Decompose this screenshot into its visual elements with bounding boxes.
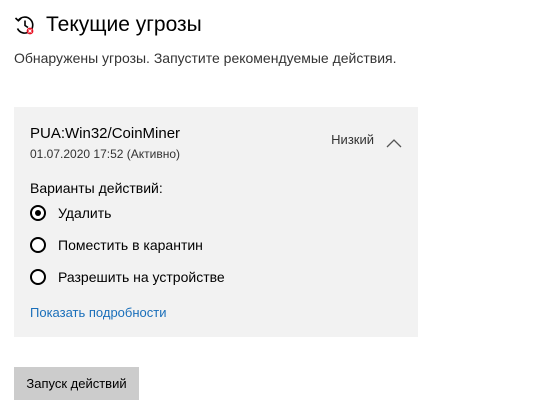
radio-option-remove[interactable]: Удалить <box>30 204 111 222</box>
radio-button[interactable] <box>30 237 46 253</box>
start-actions-button[interactable]: Запуск действий <box>14 367 139 400</box>
threat-name: PUA:Win32/CoinMiner <box>30 125 181 142</box>
threat-history-icon <box>14 14 36 36</box>
threat-card: PUA:Win32/CoinMiner 01.07.2020 17:52 (Ак… <box>14 107 418 337</box>
radio-label[interactable]: Удалить <box>58 204 111 222</box>
radio-option-quarantine[interactable]: Поместить в карантин <box>30 236 203 254</box>
threat-expand-toggle[interactable]: Низкий <box>331 132 402 148</box>
radio-button[interactable] <box>30 205 46 221</box>
radio-option-allow[interactable]: Разрешить на устройстве <box>30 268 225 286</box>
chevron-up-icon[interactable] <box>386 135 402 148</box>
page-subtitle: Обнаружены угрозы. Запустите рекомендуем… <box>14 50 397 66</box>
show-details-link[interactable]: Показать подробности <box>30 305 166 321</box>
radio-button[interactable] <box>30 269 46 285</box>
page-header: Текущие угрозы <box>14 12 202 38</box>
severity-label: Низкий <box>331 132 374 147</box>
threat-date-status: 01.07.2020 17:52 (Активно) <box>30 147 181 161</box>
radio-label[interactable]: Разрешить на устройстве <box>58 268 225 286</box>
actions-label: Варианты действий: <box>30 180 163 196</box>
radio-label[interactable]: Поместить в карантин <box>58 236 203 254</box>
page-title: Текущие угрозы <box>46 13 202 36</box>
